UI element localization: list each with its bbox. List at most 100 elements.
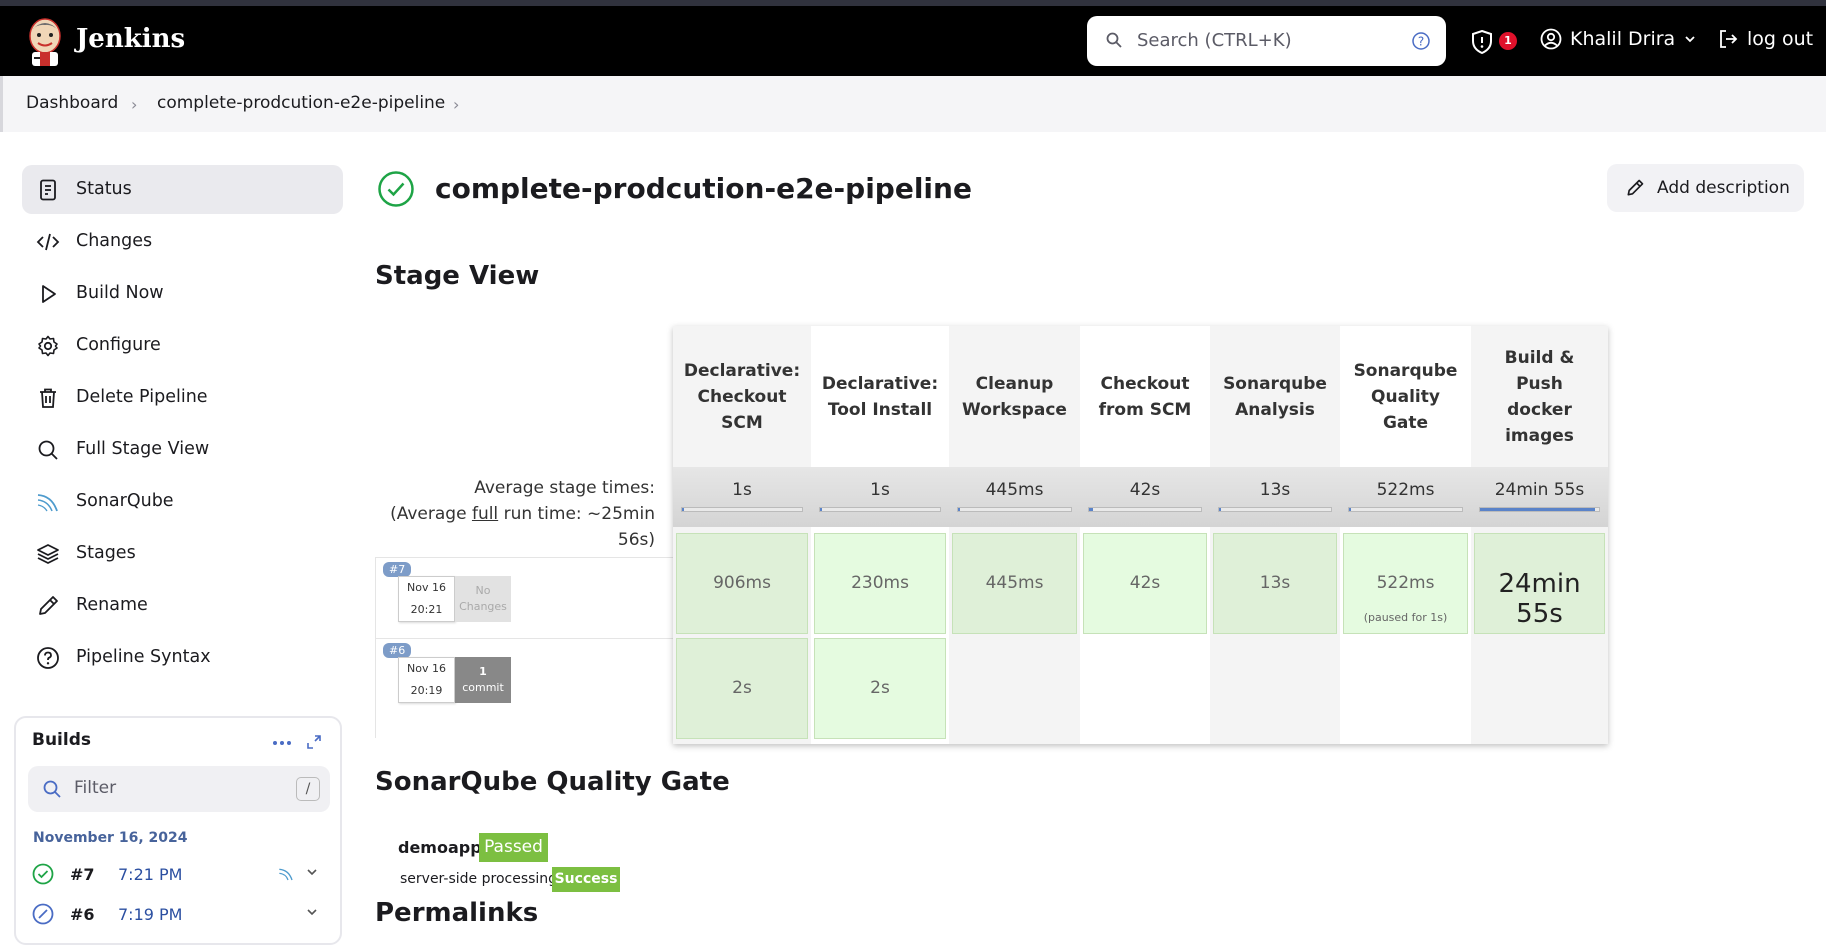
run-changes-box[interactable]: 1 commit: [455, 657, 511, 703]
stage-name: Cleanup Workspace: [949, 326, 1080, 467]
stage-cell[interactable]: 42s: [1083, 533, 1207, 634]
quality-gate-heading: SonarQube Quality Gate: [375, 767, 730, 797]
stage-cell[interactable]: 24min 55s: [1474, 533, 1605, 634]
avg-label-line2: (Average full run time: ~25min: [375, 501, 655, 527]
layers-icon: [37, 544, 59, 564]
avg-label-pre: (Average: [390, 504, 472, 524]
stage-column: Declarative: Checkout SCM 1s 906ms 2s: [673, 326, 811, 744]
search-icon: [38, 440, 58, 460]
success-check-icon: [32, 863, 54, 885]
stage-average-bar: [1218, 507, 1332, 512]
stage-cell-time: 522ms: [1376, 573, 1435, 593]
stage-average-bar: [1479, 507, 1600, 512]
stage-name: Declarative: Checkout SCM: [673, 326, 811, 467]
add-description-button[interactable]: Add description: [1607, 164, 1804, 212]
build-row-7[interactable]: #7 7:21 PM: [32, 860, 322, 890]
stage-average-bar: [1348, 507, 1463, 512]
pencil-icon: [39, 596, 58, 615]
sonarqube-icon[interactable]: [278, 866, 294, 882]
stage-name: Checkout from SCM: [1080, 326, 1210, 467]
build-row-6[interactable]: #6 7:19 PM: [32, 900, 322, 930]
security-shield-icon[interactable]: [1471, 30, 1493, 54]
run-date-box: Nov 16 20:19: [398, 657, 455, 703]
run-date: Nov 16: [407, 581, 446, 594]
sidebar-item-configure[interactable]: Configure: [22, 321, 343, 370]
stage-cell[interactable]: 230ms: [814, 533, 946, 634]
stage-cell[interactable]: 2s: [676, 638, 808, 739]
breadcrumb-dashboard[interactable]: Dashboard: [26, 93, 118, 113]
chevron-down-icon[interactable]: [306, 906, 318, 918]
stage-cell[interactable]: 522ms (paused for 1s): [1343, 533, 1468, 634]
run-tag[interactable]: #6: [383, 643, 412, 658]
stage-column: Sonarqube Quality Gate 522ms 522ms (paused fo…: [1340, 326, 1471, 744]
stage-cell[interactable]: 13s: [1213, 533, 1337, 634]
sidebar-item-label: Rename: [76, 595, 148, 615]
stage-average: 24min 55s: [1471, 467, 1608, 527]
sidebar-item-label: Configure: [76, 335, 161, 355]
stage-cell[interactable]: 2s: [814, 638, 946, 739]
breadcrumb-pipeline[interactable]: complete-prodcution-e2e-pipeline: [157, 93, 445, 113]
trash-icon: [40, 388, 56, 408]
jenkins-logo-icon[interactable]: [26, 16, 64, 68]
stage-name-line: Analysis: [1235, 399, 1315, 420]
builds-title: Builds: [32, 730, 92, 750]
sidebar-item-pipeline-syntax[interactable]: Pipeline Syntax: [22, 633, 343, 682]
build-number: #6: [70, 905, 95, 924]
stage-cell-time: 2s: [870, 678, 890, 698]
brand-name[interactable]: Jenkins: [76, 24, 185, 54]
stage-column: Checkout from SCM 42s 42s: [1080, 326, 1210, 744]
chevron-down-icon[interactable]: [306, 866, 318, 878]
page-title: complete-prodcution-e2e-pipeline: [435, 172, 972, 205]
help-icon[interactable]: ?: [1411, 31, 1431, 51]
logout-label: log out: [1747, 28, 1814, 50]
stage-name: Declarative: Tool Install: [811, 326, 949, 467]
stage-cell-time: 13s: [1259, 573, 1291, 593]
breadcrumb: Dashboard › complete-prodcution-e2e-pipe…: [0, 76, 1826, 132]
stage-cell-time: 42s: [1129, 573, 1161, 593]
stage-average-bar: [957, 507, 1072, 512]
logout-link[interactable]: log out: [1717, 28, 1813, 50]
stage-cell-time: 2s: [732, 678, 752, 698]
builds-filter-input[interactable]: Filter /: [28, 766, 330, 812]
stage-average: 13s: [1210, 467, 1340, 527]
full-run-time-link[interactable]: full: [472, 504, 498, 524]
stage-average-time: 24min 55s: [1494, 480, 1585, 500]
logout-icon: [1720, 30, 1738, 48]
build-time[interactable]: 7:21 PM: [118, 865, 182, 884]
run-tag[interactable]: #7: [383, 562, 412, 577]
stage-average-bar: [1088, 507, 1202, 512]
add-description-label: Add description: [1657, 178, 1790, 198]
sidebar-item-full-stage-view[interactable]: Full Stage View: [22, 425, 343, 474]
build-time[interactable]: 7:19 PM: [118, 905, 182, 924]
user-menu[interactable]: Khalil Drira: [1540, 28, 1697, 50]
chevron-right-icon[interactable]: ›: [453, 95, 459, 114]
sidebar-item-sonarqube[interactable]: SonarQube: [22, 477, 343, 526]
quality-gate-project[interactable]: demoapp: [398, 838, 482, 857]
search-box[interactable]: Search (CTRL+K) ?: [1087, 16, 1446, 66]
expand-icon[interactable]: [306, 734, 322, 750]
stage-name-line: images: [1505, 425, 1574, 446]
sidebar-item-build-now[interactable]: Build Now: [22, 269, 343, 318]
stage-cell-note: (paused for 1s): [1363, 611, 1448, 624]
stage-name-line: Checkout: [1100, 373, 1190, 394]
stage-average-bar-fill: [820, 508, 823, 511]
sidebar-item-stages[interactable]: Stages: [22, 529, 343, 578]
pencil-icon: [1627, 179, 1644, 196]
sidebar-item-delete-pipeline[interactable]: Delete Pipeline: [22, 373, 343, 422]
sidebar-item-rename[interactable]: Rename: [22, 581, 343, 630]
stage-column: Sonarqube Analysis 13s 13s: [1210, 326, 1340, 744]
sidebar-item-status[interactable]: Status: [22, 165, 343, 214]
filter-placeholder: Filter: [74, 778, 117, 798]
sidebar-item-changes[interactable]: Changes: [22, 217, 343, 266]
stage-cell[interactable]: 445ms: [952, 533, 1077, 634]
more-options-icon[interactable]: [272, 740, 292, 746]
search-icon: [43, 780, 61, 798]
stage-average-time: 445ms: [985, 480, 1044, 500]
sidebar-item-label: Status: [76, 179, 132, 199]
search-input[interactable]: Search (CTRL+K): [1137, 30, 1292, 51]
code-icon: [36, 233, 60, 251]
stage-average: 1s: [811, 467, 949, 527]
stage-average-time: 13s: [1259, 480, 1291, 500]
stage-cell[interactable]: 906ms: [676, 533, 808, 634]
stage-average-bar-fill: [682, 508, 685, 511]
